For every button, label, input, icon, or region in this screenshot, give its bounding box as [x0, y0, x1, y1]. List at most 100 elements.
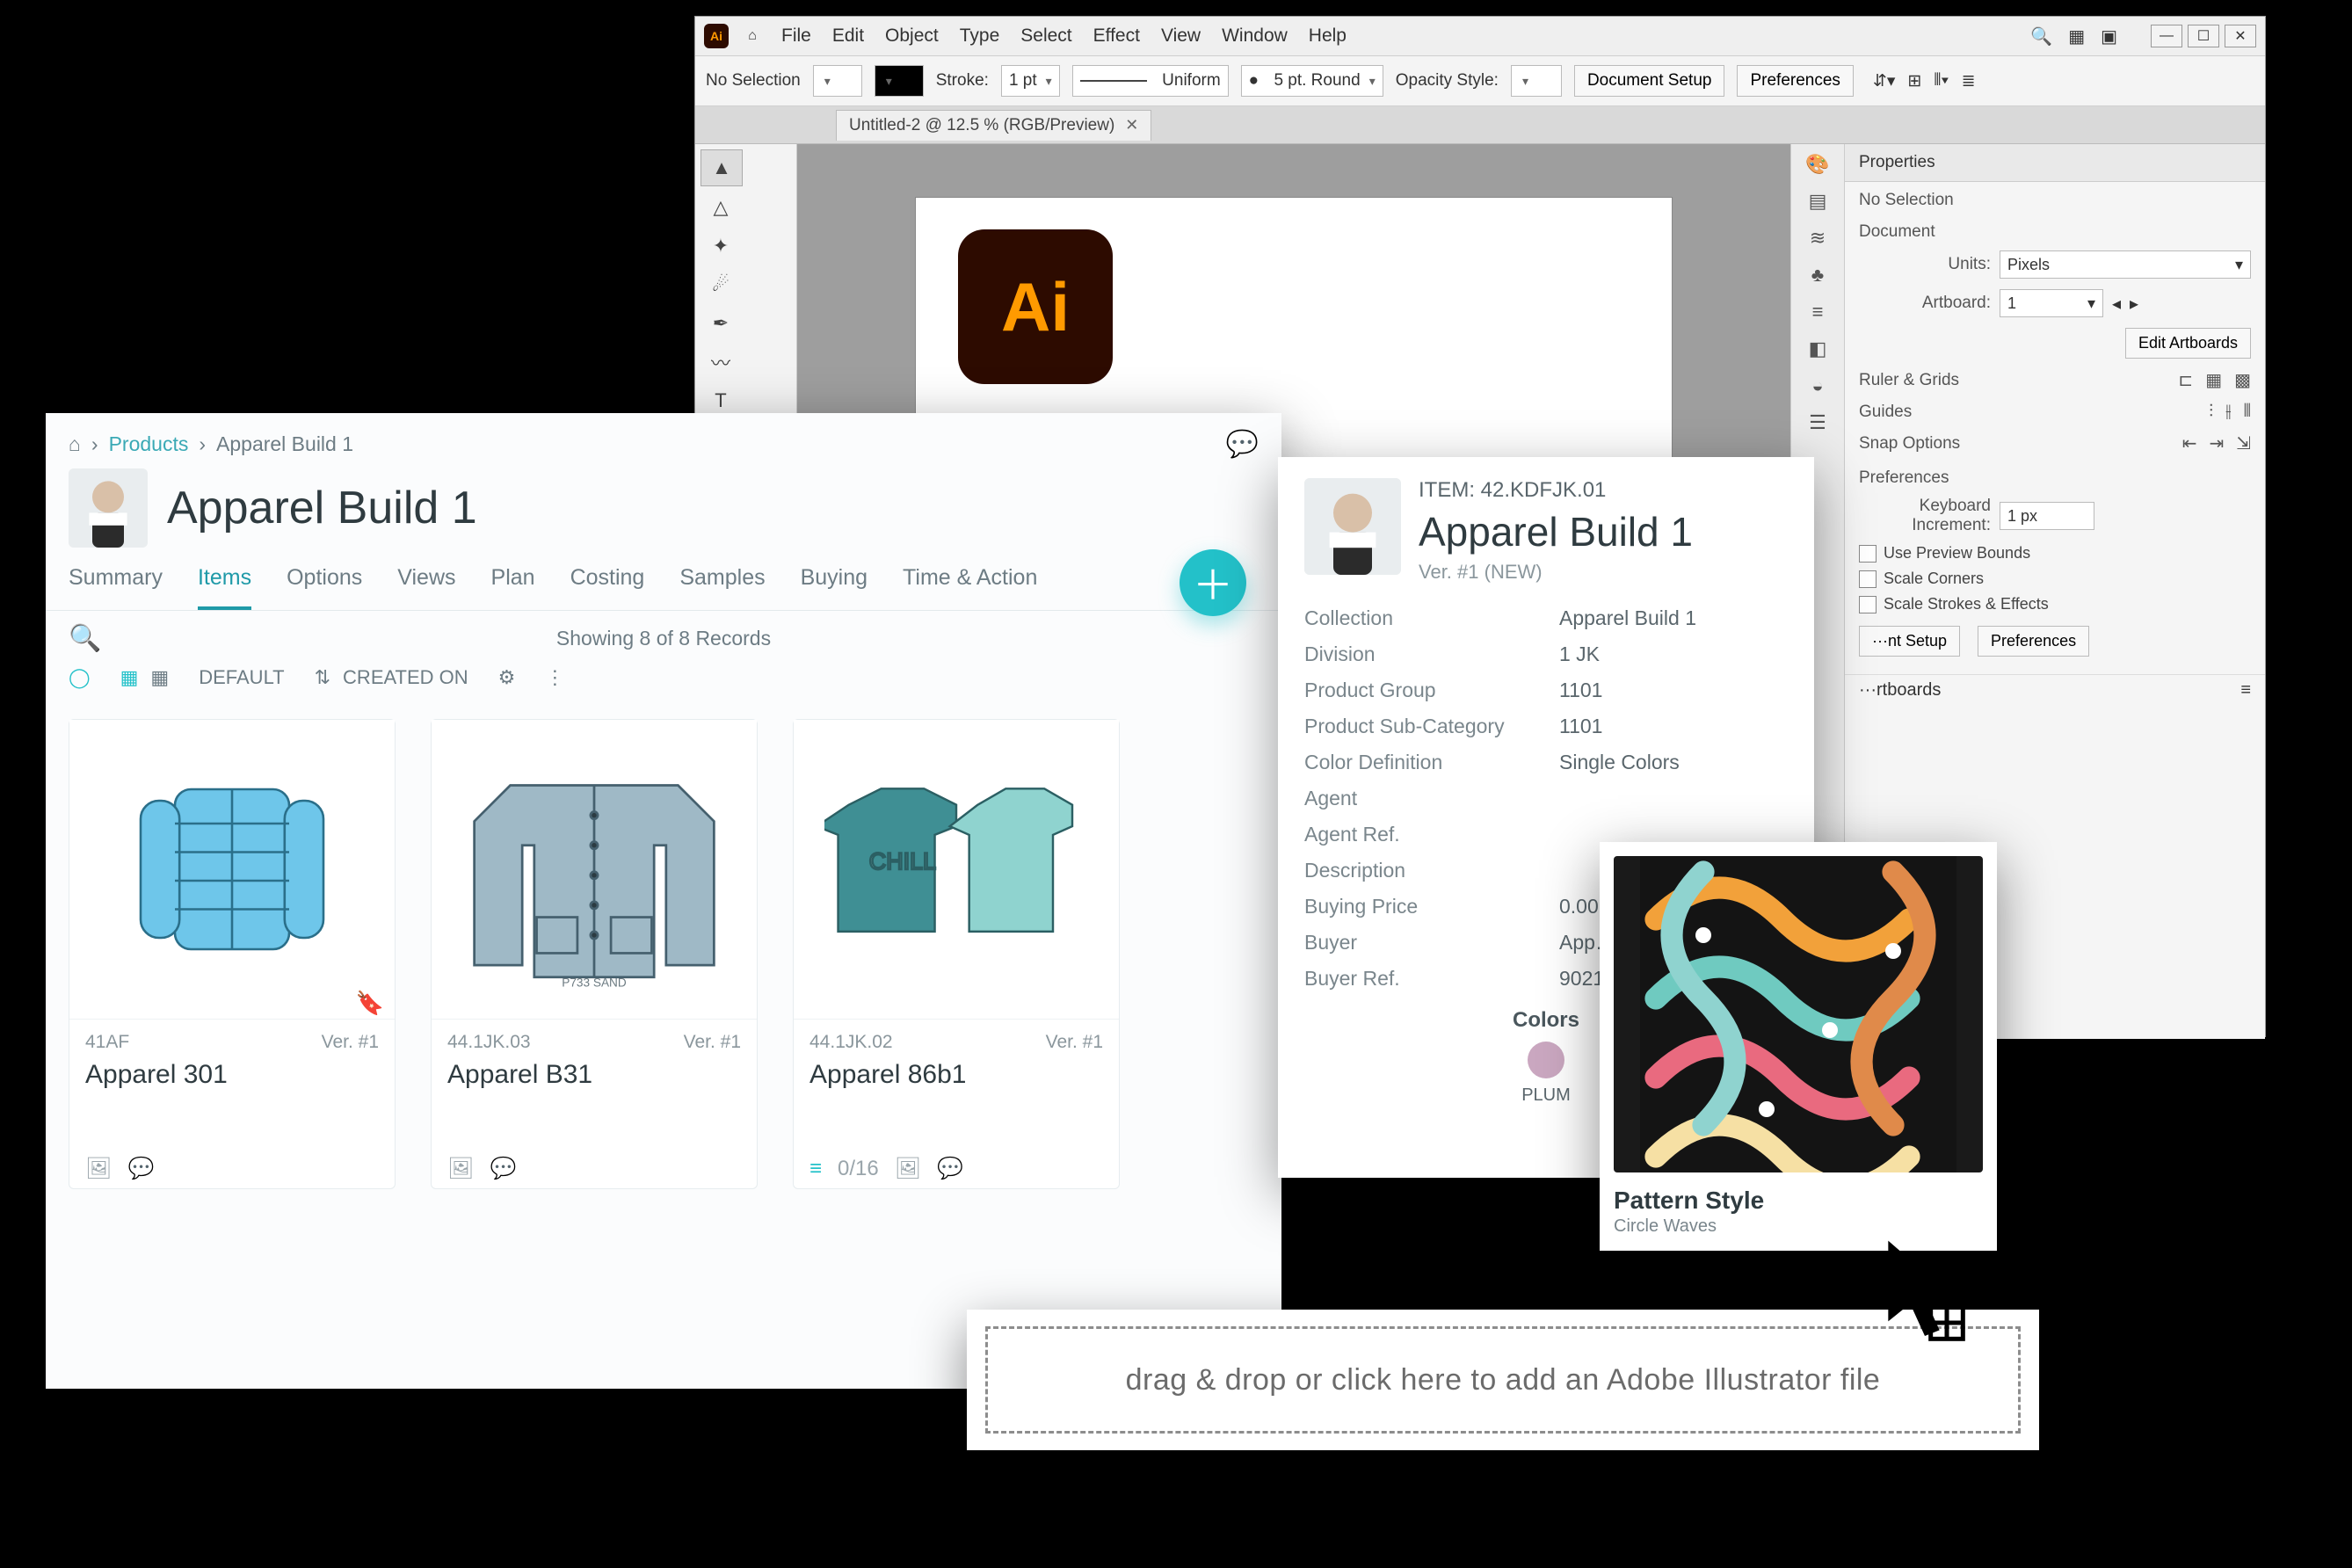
minimize-button[interactable]: —	[2151, 25, 2182, 47]
ruler-icon[interactable]: ⊏	[2178, 369, 2193, 391]
smart-guides-icon[interactable]: ⫴	[2244, 402, 2251, 422]
preferences-button-2[interactable]: Preferences	[1978, 626, 2089, 657]
align-group-icon[interactable]: ⫴▾	[1934, 71, 1949, 91]
opacity-select[interactable]	[1511, 65, 1562, 97]
doc-setup-button-2[interactable]: ···nt Setup	[1859, 626, 1960, 657]
layers-panel-icon[interactable]: ☰	[1809, 411, 1826, 434]
graphic-styles-panel-icon[interactable]: ◧	[1809, 338, 1827, 360]
sliders-icon[interactable]: ⚙	[498, 666, 516, 689]
guides-show-icon[interactable]: ⫶	[2209, 402, 2213, 422]
tab-options[interactable]: Options	[287, 565, 362, 610]
owner-avatar[interactable]	[69, 468, 148, 548]
lasso-tool-icon[interactable]: ☄	[701, 267, 741, 302]
stroke-panel-icon[interactable]: ≡	[1812, 301, 1824, 323]
grid-icon[interactable]: ▦	[2205, 369, 2222, 391]
dropzone[interactable]: drag & drop or click here to add an Adob…	[985, 1326, 2020, 1433]
home-breadcrumb-icon[interactable]: ⌂	[69, 432, 81, 456]
next-artboard-icon[interactable]: ▸	[2130, 293, 2138, 315]
swatches-panel-icon[interactable]: ▤	[1809, 190, 1827, 213]
pen-tool-icon[interactable]: ✒	[701, 306, 741, 341]
tab-plan[interactable]: Plan	[491, 565, 535, 610]
search-icon[interactable]: 🔍	[69, 623, 101, 654]
stroke-swatch[interactable]	[875, 65, 924, 97]
menu-help[interactable]: Help	[1309, 25, 1347, 47]
fill-swatch[interactable]	[813, 65, 862, 97]
list-icon[interactable]: ≣	[1962, 71, 1976, 91]
tab-summary[interactable]: Summary	[69, 565, 163, 610]
chat-icon[interactable]: 💬	[1226, 429, 1259, 460]
preferences-button[interactable]: Preferences	[1737, 65, 1853, 97]
snap-grid-icon[interactable]: ⇥	[2209, 432, 2224, 454]
properties-tab[interactable]: Properties	[1845, 144, 2265, 182]
menu-select[interactable]: Select	[1020, 25, 1071, 47]
tab-time-action[interactable]: Time & Action	[903, 565, 1037, 610]
comment-icon[interactable]: 💬	[937, 1156, 963, 1181]
sort-icon[interactable]: ⇅	[315, 666, 330, 689]
tab-costing[interactable]: Costing	[570, 565, 645, 610]
menu-type[interactable]: Type	[960, 25, 1000, 47]
maximize-button[interactable]: ☐	[2188, 25, 2219, 47]
snap-point-icon[interactable]: ⇤	[2182, 432, 2197, 454]
document-setup-button[interactable]: Document Setup	[1574, 65, 1725, 97]
bookmark-icon[interactable]: 🔖	[356, 990, 384, 1017]
scale-corners-checkbox[interactable]: Scale Corners	[1859, 570, 2251, 588]
edit-artboards-button[interactable]: Edit Artboards	[2125, 328, 2251, 359]
stroke-weight[interactable]: 1 pt	[1001, 65, 1060, 97]
tab-items[interactable]: Items	[198, 565, 251, 610]
home-icon[interactable]: ⌂	[741, 25, 764, 47]
prev-artboard-icon[interactable]: ◂	[2112, 293, 2121, 315]
guides-lock-icon[interactable]: ⫲	[2225, 402, 2231, 422]
grid-small-icon[interactable]: ▦	[120, 666, 139, 689]
units-select[interactable]: Pixels▾	[2000, 250, 2251, 279]
comment-icon[interactable]: 💬	[127, 1156, 154, 1181]
close-button[interactable]: ✕	[2225, 25, 2256, 47]
tab-views[interactable]: Views	[397, 565, 455, 610]
snap-pixel-icon[interactable]: ⇲	[2236, 432, 2251, 454]
menu-view[interactable]: View	[1161, 25, 1201, 47]
panel-menu-icon[interactable]: ≡	[2240, 680, 2251, 701]
pattern-card[interactable]: Pattern Style Circle Waves	[1600, 842, 1997, 1251]
magic-wand-tool-icon[interactable]: ✦	[701, 229, 741, 264]
workspace-icon[interactable]: ▦	[2068, 25, 2085, 47]
add-item-fab[interactable]: ＋	[1180, 549, 1246, 616]
menu-window[interactable]: Window	[1222, 25, 1288, 47]
color-panel-icon[interactable]: 🎨	[1805, 153, 1829, 176]
scale-strokes-checkbox[interactable]: Scale Strokes & Effects	[1859, 595, 2251, 613]
brush-select[interactable]: ● 5 pt. Round	[1241, 65, 1383, 97]
arrange-icon[interactable]: ▣	[2101, 25, 2117, 47]
stroke-profile[interactable]: Uniform	[1072, 65, 1229, 97]
tab-samples[interactable]: Samples	[679, 565, 765, 610]
selection-tool-icon[interactable]: ▲	[701, 149, 743, 186]
tab-buying[interactable]: Buying	[801, 565, 867, 610]
comment-icon[interactable]: 💬	[490, 1156, 516, 1181]
close-tab-icon[interactable]: ✕	[1125, 116, 1138, 134]
align-icon[interactable]: ⇵▾	[1873, 71, 1895, 91]
menu-edit[interactable]: Edit	[832, 25, 864, 47]
menu-effect[interactable]: Effect	[1093, 25, 1140, 47]
image-icon[interactable]: 🖼	[447, 1156, 474, 1181]
keyboard-inc-input[interactable]: 1 px	[2000, 502, 2094, 530]
owner-avatar[interactable]	[1304, 478, 1401, 575]
curvature-tool-icon[interactable]: 〰	[701, 345, 741, 380]
menu-file[interactable]: File	[781, 25, 811, 47]
direct-selection-tool-icon[interactable]: △	[701, 190, 741, 225]
breadcrumb-products[interactable]: Products	[109, 432, 189, 455]
menu-object[interactable]: Object	[885, 25, 939, 47]
transparency-grid-icon[interactable]: ▩	[2234, 369, 2251, 391]
view-circle-icon[interactable]: ◯	[69, 666, 91, 689]
transform-icon[interactable]: ⊞	[1907, 71, 1921, 91]
document-tab[interactable]: Untitled-2 @ 12.5 % (RGB/Preview) ✕	[836, 110, 1151, 141]
filter-default[interactable]: DEFAULT	[199, 666, 284, 689]
use-preview-bounds-checkbox[interactable]: Use Preview Bounds	[1859, 544, 2251, 563]
brushes-panel-icon[interactable]: ≋	[1810, 227, 1826, 250]
symbols-panel-icon[interactable]: ♣	[1811, 264, 1824, 287]
item-card[interactable]: P733 SAND 44.1JK.03Ver. #1 Apparel B31 🖼…	[431, 719, 758, 1189]
item-card[interactable]: 🔖 41AFVer. #1 Apparel 301 🖼💬	[69, 719, 396, 1189]
search-icon[interactable]: 🔍	[2030, 25, 2052, 47]
artboards-collapsed-label[interactable]: ···rtboards	[1859, 680, 1941, 701]
image-icon[interactable]: 🖼	[895, 1156, 921, 1181]
artboard-select[interactable]: 1▾	[2000, 289, 2103, 317]
item-card[interactable]: CHILL 44.1JK.02Ver. #1 Apparel 86b1 ≡ 0/…	[793, 719, 1120, 1189]
filter-created-on[interactable]: CREATED ON	[343, 666, 468, 689]
more-icon[interactable]: ⋮	[545, 666, 564, 689]
